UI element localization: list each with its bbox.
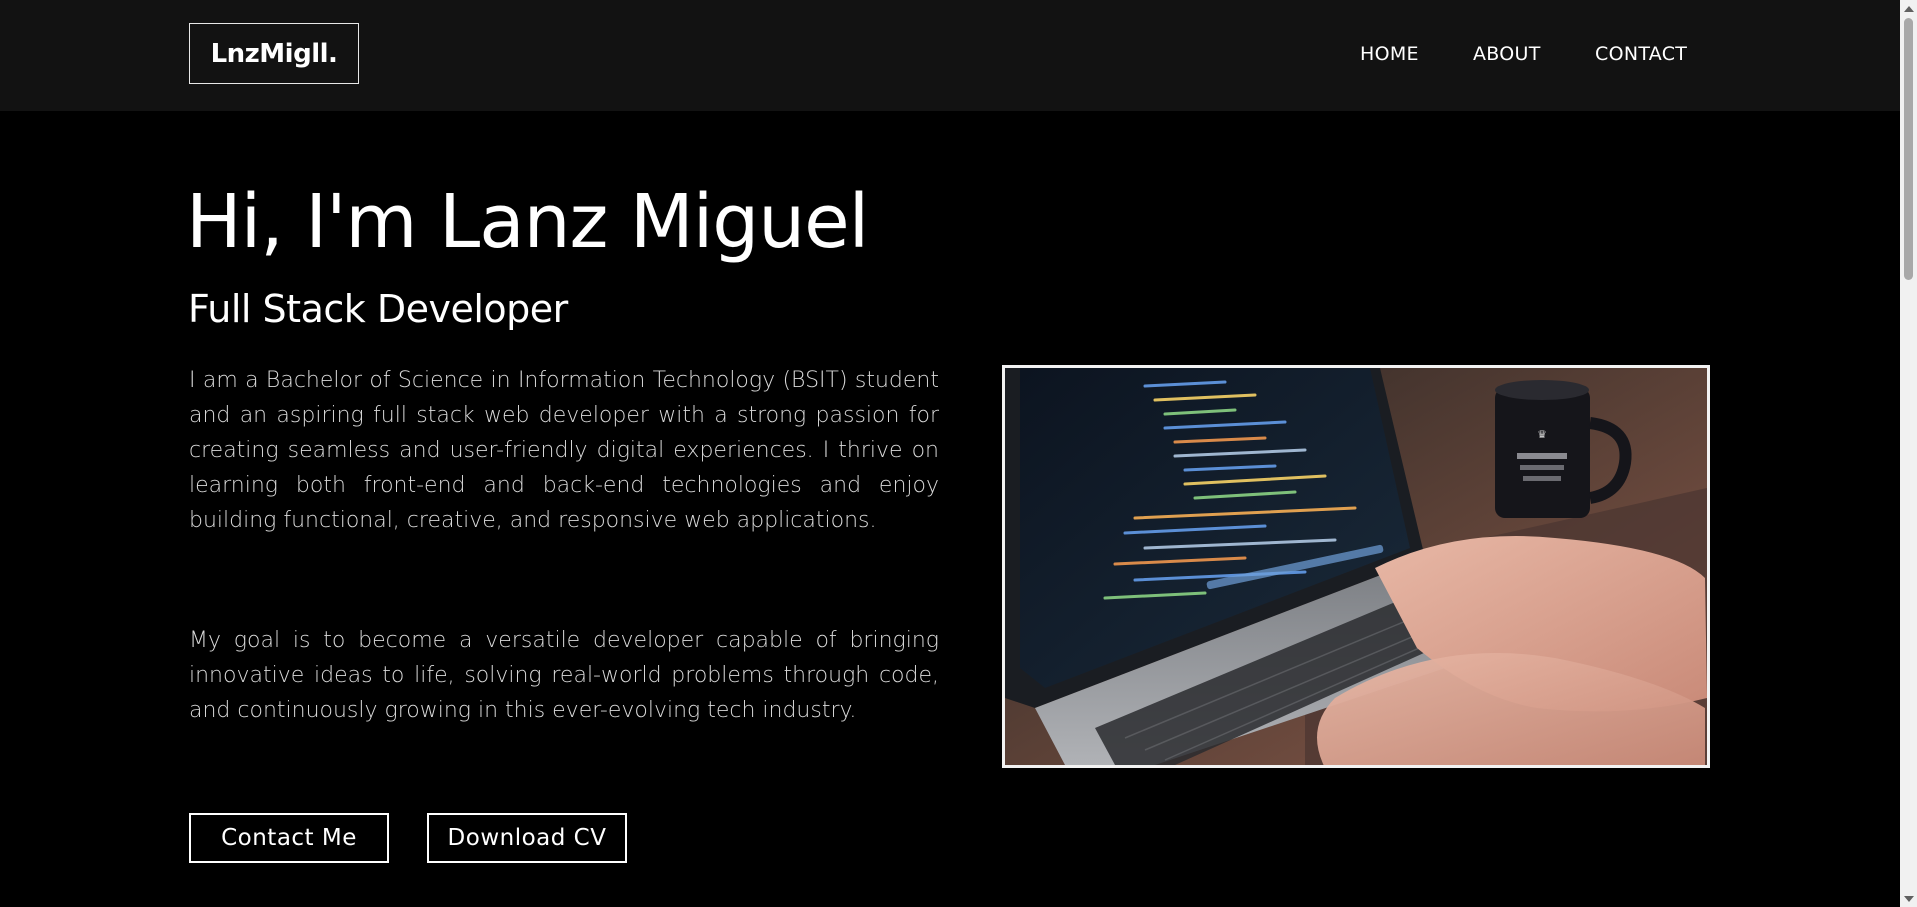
goal-paragraph: My goal is to become a versatile develop… [189, 628, 939, 723]
nav-contact[interactable]: CONTACT [1595, 43, 1687, 65]
nav-home[interactable]: HOME [1360, 43, 1419, 65]
scroll-thumb[interactable] [1904, 18, 1913, 280]
nav-about[interactable]: ABOUT [1473, 43, 1541, 65]
hero-title: Hi, I'm Lanz Miguel [186, 179, 869, 265]
intro-paragraph: I am a Bachelor of Science in Informatio… [189, 368, 939, 533]
contact-me-button[interactable]: Contact Me [189, 813, 389, 863]
portfolio-page: LnzMigll. HOME ABOUT CONTACT Hi, I'm Lan… [0, 0, 1917, 907]
site-header: LnzMigll. HOME ABOUT CONTACT [0, 0, 1900, 111]
hero-image: ♛ [1002, 365, 1710, 768]
download-cv-button[interactable]: Download CV [427, 813, 627, 863]
site-logo[interactable]: LnzMigll. [189, 23, 359, 84]
page-scrollbar[interactable] [1900, 0, 1917, 907]
laptop-photo: ♛ [1005, 368, 1707, 765]
scroll-down-arrow-icon[interactable] [1900, 890, 1917, 907]
svg-text:♛: ♛ [1537, 428, 1547, 441]
scroll-up-arrow-icon[interactable] [1900, 0, 1917, 17]
hero-subtitle: Full Stack Developer [188, 287, 568, 331]
